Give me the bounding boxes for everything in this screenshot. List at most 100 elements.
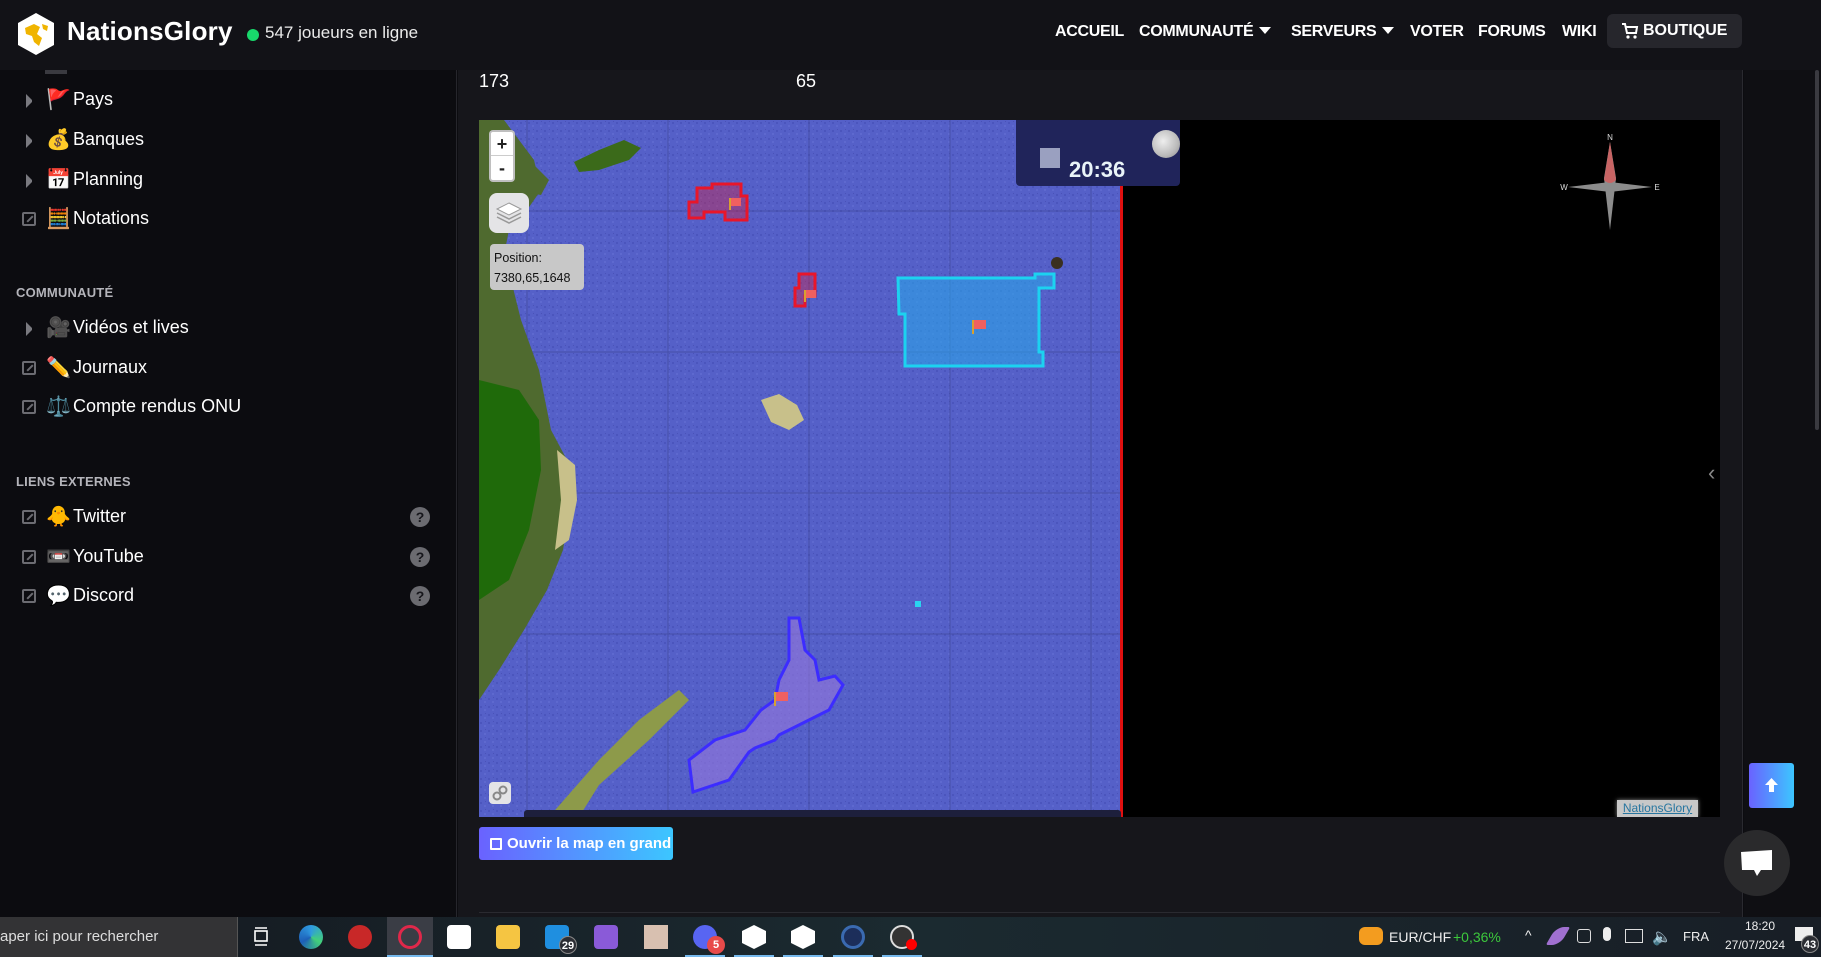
- help-icon[interactable]: ?: [410, 547, 430, 567]
- nav-wiki[interactable]: WIKI: [1562, 23, 1597, 41]
- microphone-icon[interactable]: [1603, 927, 1611, 941]
- sidebar-item-videos[interactable]: 🎥 Vidéos et lives: [22, 314, 422, 344]
- nav-label: FORUMS: [1478, 23, 1546, 40]
- open-map-fullscreen-button[interactable]: Ouvrir la map en grand: [479, 827, 673, 860]
- external-link-icon: [22, 212, 36, 226]
- sidebar-item-compte-rendus-onu[interactable]: ⚖️ Compte rendus ONU: [22, 393, 422, 423]
- sidebar-item-discord[interactable]: 💬 Discord ?: [22, 582, 430, 612]
- pencil-icon: ✏️: [46, 357, 71, 379]
- nav-forums[interactable]: FORUMS: [1478, 23, 1546, 41]
- scales-icon: ⚖️: [46, 396, 71, 418]
- expand-arrow-icon[interactable]: [26, 94, 40, 108]
- taskbar-app-nationsglory-1[interactable]: [731, 917, 777, 957]
- nav-serveurs[interactable]: SERVEURS: [1291, 23, 1395, 41]
- sidebar-item-label: Compte rendus ONU: [73, 396, 242, 416]
- taskbar-app-nationsglory-2[interactable]: [780, 917, 826, 957]
- sidebar-item-label: Discord: [73, 585, 135, 605]
- world-map[interactable]: + - Position: 7380,65,1648 20:36 N S W E…: [479, 120, 1720, 817]
- creeper-icon: [644, 925, 668, 949]
- sidebar-item-twitter[interactable]: 🐥 Twitter ?: [22, 503, 430, 533]
- feather-icon[interactable]: [1545, 927, 1571, 945]
- taskbar-app-minecraft[interactable]: [633, 917, 679, 957]
- zoom-out-button[interactable]: -: [491, 156, 513, 180]
- zoom-control: + -: [489, 130, 515, 182]
- search-placeholder: aper ici pour rechercher: [0, 928, 159, 945]
- taskbar-app-ccleaner[interactable]: [337, 917, 383, 957]
- clock-time[interactable]: 18:20: [1745, 919, 1775, 933]
- system-tray: EUR/CHF +0,36% ^ 🔈 FRA 18:20 27/07/2024 …: [1355, 917, 1821, 957]
- external-link-icon: [22, 400, 36, 414]
- help-icon[interactable]: ?: [410, 586, 430, 606]
- nav-communaute[interactable]: COMMUNAUTÉ: [1139, 23, 1272, 41]
- sidebar-item-label: Planning: [73, 169, 144, 189]
- display-icon[interactable]: [1625, 929, 1643, 943]
- content-divider: [479, 912, 1720, 913]
- chat-button[interactable]: [1724, 830, 1790, 896]
- taskbar-app-edge[interactable]: [288, 917, 334, 957]
- position-readout: Position: 7380,65,1648: [490, 244, 584, 290]
- sidebar-item-pays[interactable]: 🚩 Pays: [22, 86, 422, 116]
- taskbar-app-task-view[interactable]: [239, 917, 285, 957]
- taskbar-app-circle[interactable]: [830, 917, 876, 957]
- recording-indicator: [906, 939, 917, 950]
- taskbar-app-store[interactable]: [436, 917, 482, 957]
- chick-icon: 🐥: [46, 506, 71, 528]
- visual-studio-icon: [594, 925, 618, 949]
- map-attribution-link[interactable]: NationsGlory: [1617, 800, 1698, 817]
- link-icon: [492, 785, 508, 801]
- sidebar-item-banques[interactable]: 💰 Banques: [22, 126, 422, 156]
- nav-label: ACCUEIL: [1055, 23, 1125, 40]
- expand-arrow-icon[interactable]: [26, 134, 40, 148]
- zoom-in-button[interactable]: +: [491, 132, 513, 156]
- nav-accueil[interactable]: ACCUEIL: [1055, 23, 1124, 41]
- nav-label: WIKI: [1562, 23, 1597, 40]
- sidebar-item-label: Twitter: [73, 506, 127, 526]
- ticker-pair[interactable]: EUR/CHF: [1389, 929, 1451, 945]
- player-marker[interactable]: [915, 601, 921, 607]
- compass-e: E: [1654, 183, 1659, 192]
- taskbar-app-obs[interactable]: [879, 917, 925, 957]
- red-flag-icon: 🚩: [46, 89, 71, 111]
- nav-voter[interactable]: VOTER: [1410, 23, 1464, 41]
- brand-name[interactable]: NationsGlory: [67, 16, 233, 47]
- taskbar-search-input[interactable]: aper ici pour rechercher: [0, 917, 238, 957]
- scroll-to-top-button[interactable]: [1749, 763, 1794, 808]
- speaker-icon[interactable]: 🔈: [1652, 927, 1672, 947]
- shop-button[interactable]: BOUTIQUE: [1607, 14, 1742, 48]
- map-horizontal-strip: [524, 810, 1121, 817]
- taskbar-app-opera[interactable]: [387, 917, 433, 957]
- taskbar-app-file-explorer[interactable]: [485, 917, 531, 957]
- clock-date[interactable]: 27/07/2024: [1725, 938, 1785, 952]
- store-icon: [447, 925, 471, 949]
- expand-arrow-icon[interactable]: [26, 174, 40, 188]
- chevron-left-icon[interactable]: ‹: [1708, 460, 1715, 486]
- camera-icon[interactable]: [1577, 929, 1591, 943]
- page-scrollbar-thumb[interactable]: [1815, 70, 1819, 430]
- link-button[interactable]: [489, 782, 511, 804]
- layers-button[interactable]: [489, 193, 529, 233]
- chevron-up-icon[interactable]: ^: [1525, 927, 1532, 943]
- task-view-icon: [254, 927, 268, 946]
- opera-icon: [398, 925, 422, 949]
- sidebar-item-label: Banques: [73, 129, 145, 149]
- expand-arrow-icon[interactable]: [26, 322, 40, 336]
- nationsglory-logo-icon[interactable]: [16, 12, 56, 56]
- game-clock-time: 20:36: [1069, 157, 1126, 182]
- language-indicator[interactable]: FRA: [1683, 929, 1709, 944]
- sidebar-item-notations[interactable]: 🧮 Notations: [22, 205, 422, 235]
- position-label: Position:: [494, 251, 542, 265]
- stat-value-2: 65: [796, 71, 817, 91]
- section-title-liens-externes: LIENS EXTERNES: [16, 474, 131, 489]
- sidebar-item-journaux[interactable]: ✏️ Journaux: [22, 354, 422, 384]
- sidebar-item-planning[interactable]: 📅 Planning: [22, 166, 422, 196]
- coins-icon[interactable]: [1359, 927, 1383, 945]
- taskbar-app-visual-studio[interactable]: [583, 917, 629, 957]
- sun-moon-phase-icon: [1040, 148, 1060, 168]
- circle-app-icon: [841, 925, 865, 949]
- chevron-down-icon: [1259, 27, 1272, 34]
- sidebar-item-youtube[interactable]: 📼 YouTube ?: [22, 543, 430, 573]
- taskbar-app-discord[interactable]: 5: [682, 917, 728, 957]
- help-icon[interactable]: ?: [410, 507, 430, 527]
- online-status-dot: [247, 29, 259, 41]
- taskbar-app-mail[interactable]: 29: [534, 917, 580, 957]
